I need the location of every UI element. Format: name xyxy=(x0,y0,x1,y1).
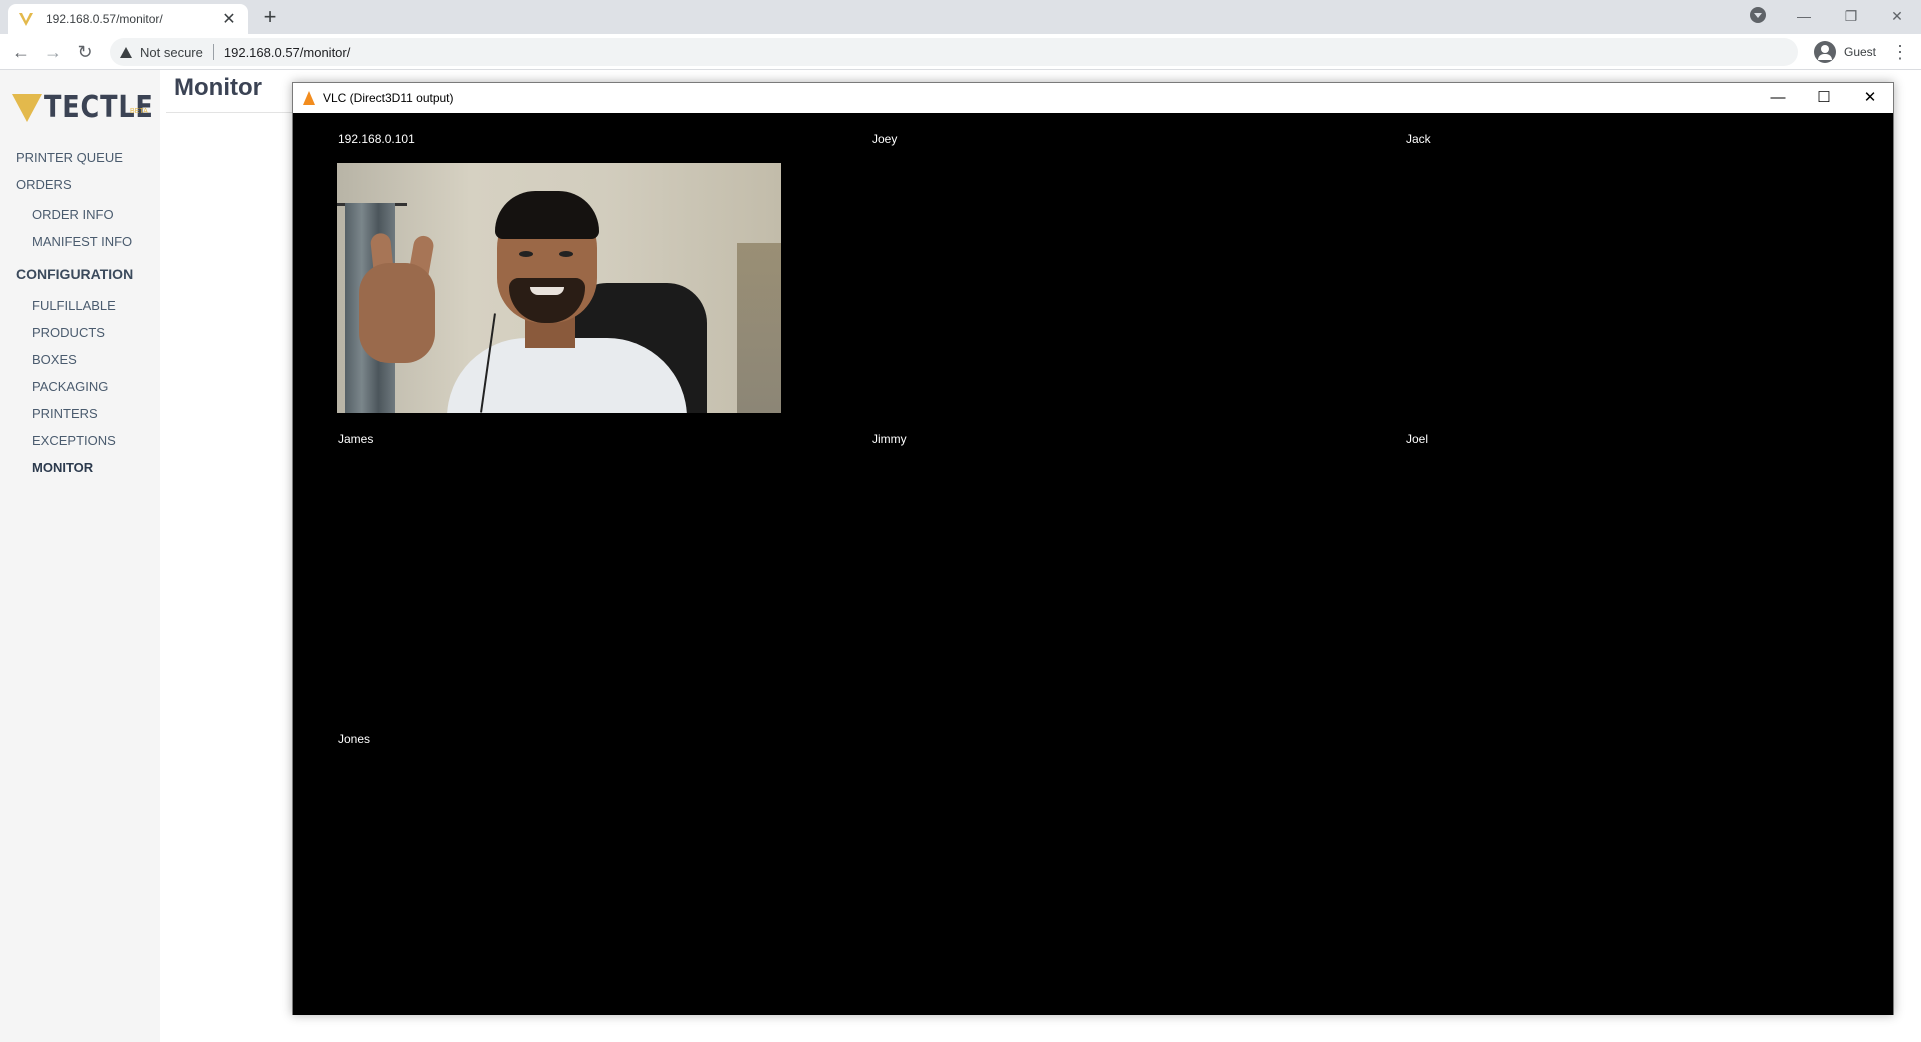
camera-label: James xyxy=(338,432,374,446)
sidebar-item-orders[interactable]: ORDERS xyxy=(16,171,133,198)
tectle-favicon xyxy=(19,13,33,26)
security-label[interactable]: Not secure xyxy=(140,45,203,60)
more-vert-icon[interactable]: ⋮ xyxy=(1888,40,1912,64)
tab-search-icon[interactable] xyxy=(1750,7,1766,23)
sidebar-item-boxes[interactable]: BOXES xyxy=(16,346,133,373)
minimize-icon[interactable]: — xyxy=(1755,83,1801,113)
profile-icon xyxy=(1814,41,1836,63)
vlc-video-output[interactable]: 192.168.0.101 Joey Jack James Jimmy Joel… xyxy=(293,113,1893,1015)
tab-title: 192.168.0.57/monitor/ xyxy=(46,12,163,26)
restore-icon[interactable]: ❐ xyxy=(1831,4,1871,28)
sidebar-nav: PRINTER QUEUE ORDERS ORDER INFO MANIFEST… xyxy=(16,144,133,481)
camera-label: Jack xyxy=(1406,132,1431,146)
maximize-icon[interactable]: ☐ xyxy=(1801,83,1847,113)
sidebar-item-products[interactable]: PRODUCTS xyxy=(16,319,133,346)
vlc-cone-icon xyxy=(303,91,315,105)
warning-icon[interactable] xyxy=(120,46,132,58)
hand xyxy=(359,263,435,363)
sidebar-item-printers[interactable]: PRINTERS xyxy=(16,400,133,427)
browser-tab-bar: 192.168.0.57/monitor/ ✕ + — ❐ ✕ xyxy=(0,0,1921,34)
close-icon[interactable]: ✕ xyxy=(220,9,238,29)
sidebar-item-exceptions[interactable]: EXCEPTIONS xyxy=(16,427,133,454)
sidebar-item-printer-queue[interactable]: PRINTER QUEUE xyxy=(16,144,133,171)
camera-label: Jones xyxy=(338,732,371,746)
sidebar: TECTLE BETA PRINTER QUEUE ORDERS ORDER I… xyxy=(0,70,160,1042)
vlc-titlebar[interactable]: VLC (Direct3D11 output) — ☐ ✕ xyxy=(293,83,1893,113)
sidebar-item-manifest-info[interactable]: MANIFEST INFO xyxy=(16,228,133,255)
sidebar-item-packaging[interactable]: PACKAGING xyxy=(16,373,133,400)
camera-feed xyxy=(337,163,781,413)
omnibox-divider xyxy=(212,44,214,60)
title-divider xyxy=(166,112,306,113)
vlc-window[interactable]: VLC (Direct3D11 output) — ☐ ✕ 192.168.0.… xyxy=(292,82,1894,1015)
camera-label: Jimmy xyxy=(872,432,907,446)
vlc-window-title: VLC (Direct3D11 output) xyxy=(323,91,454,105)
browser-tab[interactable]: 192.168.0.57/monitor/ ✕ xyxy=(8,4,248,34)
beta-badge: BETA xyxy=(130,108,148,115)
person-mouth xyxy=(530,287,564,295)
sidebar-item-order-info[interactable]: ORDER INFO xyxy=(16,201,133,228)
logo-mark-icon xyxy=(12,94,42,122)
sidebar-item-fulfillable[interactable]: FULFILLABLE xyxy=(16,292,133,319)
browser-toolbar: ← → ↻ Not secure 192.168.0.57/monitor/ G… xyxy=(0,34,1921,70)
back-icon[interactable]: ← xyxy=(9,40,33,64)
profile-label: Guest xyxy=(1844,45,1877,59)
close-icon[interactable]: ✕ xyxy=(1877,4,1917,28)
camera-label: Joel xyxy=(1406,432,1429,446)
camera-label: 192.168.0.101 xyxy=(338,132,415,146)
close-icon[interactable]: ✕ xyxy=(1847,83,1893,113)
forward-icon[interactable]: → xyxy=(41,40,65,64)
profile-button[interactable]: Guest xyxy=(1806,39,1884,65)
camera-label: Joey xyxy=(872,132,898,146)
reload-icon[interactable]: ↻ xyxy=(73,40,97,64)
minimize-icon[interactable]: — xyxy=(1784,4,1824,28)
address-bar[interactable]: Not secure 192.168.0.57/monitor/ xyxy=(110,38,1798,66)
person-eye xyxy=(559,251,573,257)
background-stand xyxy=(737,243,781,413)
person-eye xyxy=(519,251,533,257)
page-title: Monitor xyxy=(174,74,262,101)
sidebar-item-monitor[interactable]: MONITOR xyxy=(16,454,133,481)
sidebar-section-configuration[interactable]: CONFIGURATION xyxy=(16,261,133,288)
logo[interactable]: TECTLE BETA xyxy=(12,93,173,123)
plus-icon[interactable]: + xyxy=(258,5,282,29)
url-text[interactable]: 192.168.0.57/monitor/ xyxy=(224,45,350,60)
